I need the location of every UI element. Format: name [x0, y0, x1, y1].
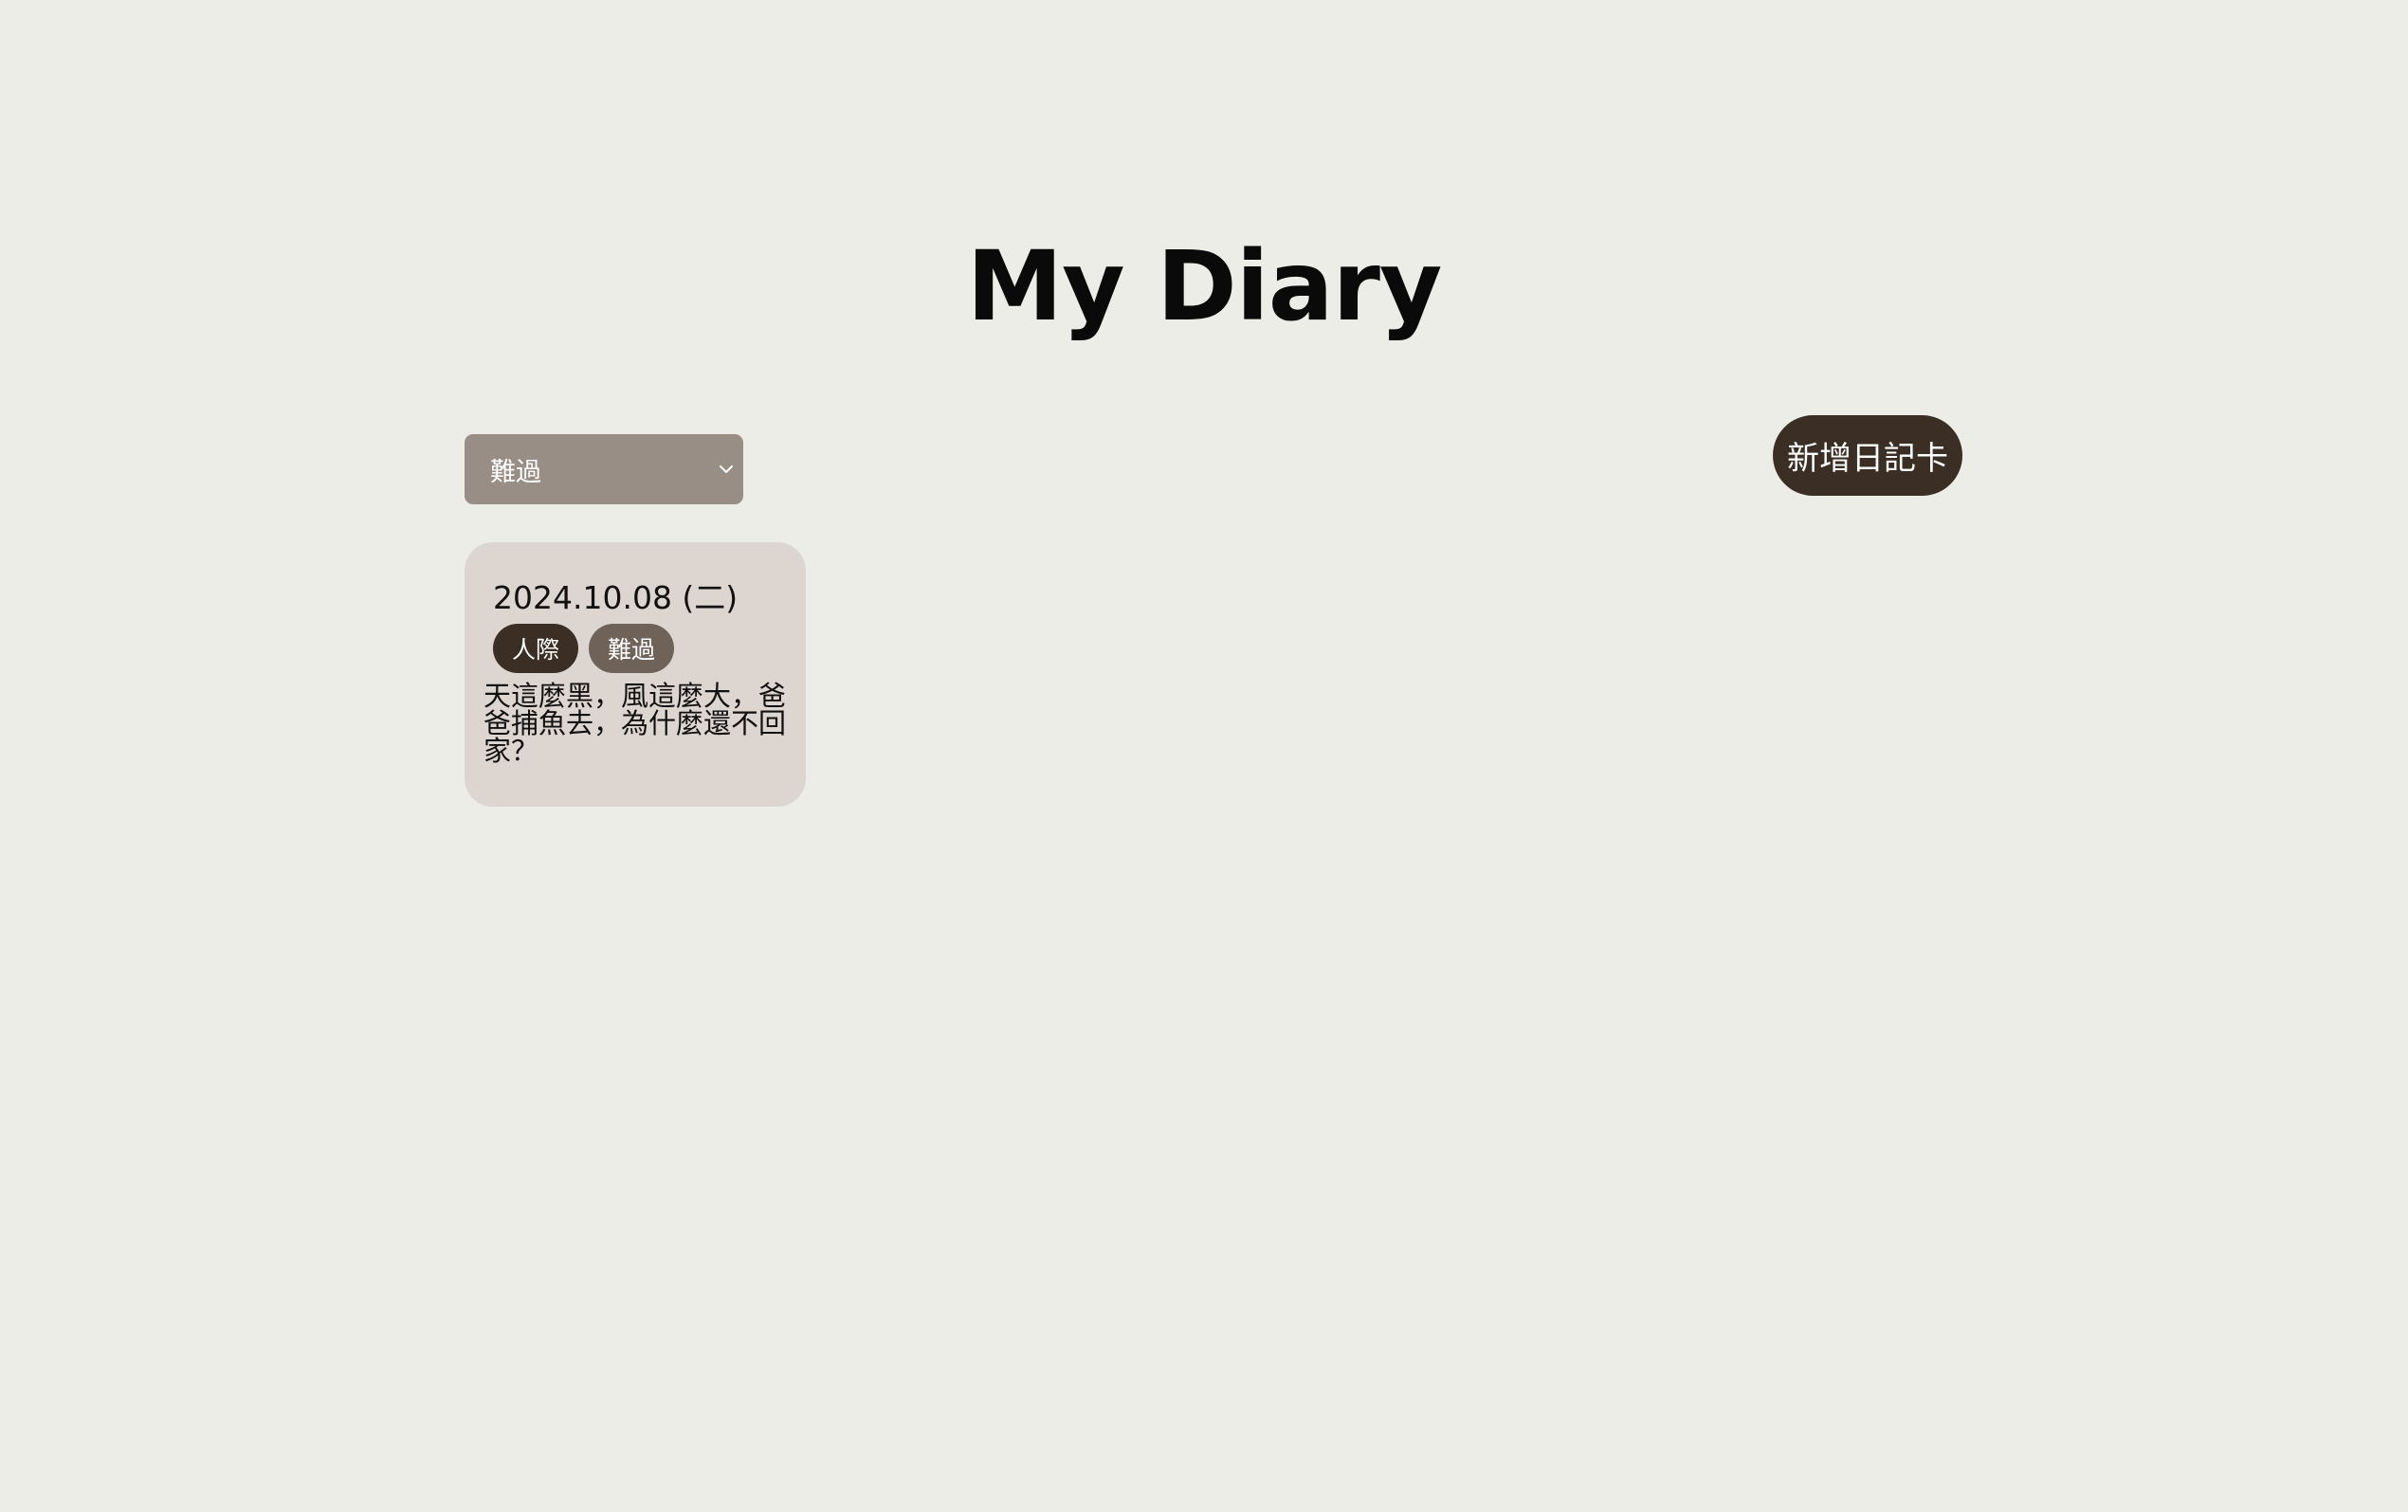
card-content: 天這麼黑，風這麼大，爸爸捕魚去，為什麼還不回家？: [483, 680, 787, 767]
filter-selected-value: 難過: [490, 457, 541, 487]
tag-sad[interactable]: 難過: [589, 624, 675, 673]
add-diary-card-button[interactable]: 新增日記卡: [1773, 415, 1962, 496]
page-title: My Diary: [966, 230, 1443, 343]
card-tags: 人際 難過: [493, 624, 675, 673]
diary-card[interactable]: 2024.10.08 (二) 人際 難過 天這麼黑，風這麼大，爸爸捕魚去，為什麼…: [465, 542, 806, 807]
card-date: 2024.10.08 (二): [493, 579, 739, 616]
tag-relationship[interactable]: 人際: [493, 624, 579, 673]
chevron-down-icon: [720, 465, 733, 473]
mood-filter-select[interactable]: 難過: [465, 434, 743, 504]
